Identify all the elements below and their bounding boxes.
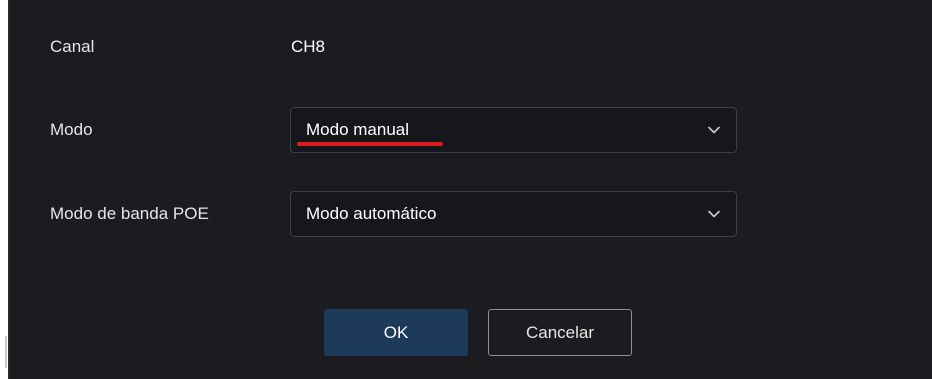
cancel-button[interactable]: Cancelar	[488, 309, 632, 356]
chevron-down-icon	[708, 210, 720, 218]
poe-band-row: Modo de banda POE Modo automático	[10, 191, 932, 237]
edge-tick	[5, 336, 7, 368]
poe-band-label: Modo de banda POE	[50, 204, 209, 223]
channel-label: Canal	[50, 37, 95, 56]
window-left-edge	[0, 0, 8, 379]
channel-row: Canal CH8	[10, 24, 932, 70]
ok-button[interactable]: OK	[324, 309, 468, 356]
poe-settings-dialog: Canal CH8 Modo Modo manual Modo de banda…	[8, 0, 932, 379]
chevron-down-icon	[708, 126, 720, 134]
mode-label: Modo	[50, 120, 93, 139]
poe-band-selected-value: Modo automático	[306, 204, 437, 223]
mode-row: Modo Modo manual	[10, 107, 932, 153]
poe-band-select[interactable]: Modo automático	[290, 191, 737, 237]
channel-value: CH8	[291, 37, 326, 56]
mode-select[interactable]: Modo manual	[290, 107, 737, 153]
red-underline-annotation	[297, 142, 443, 146]
